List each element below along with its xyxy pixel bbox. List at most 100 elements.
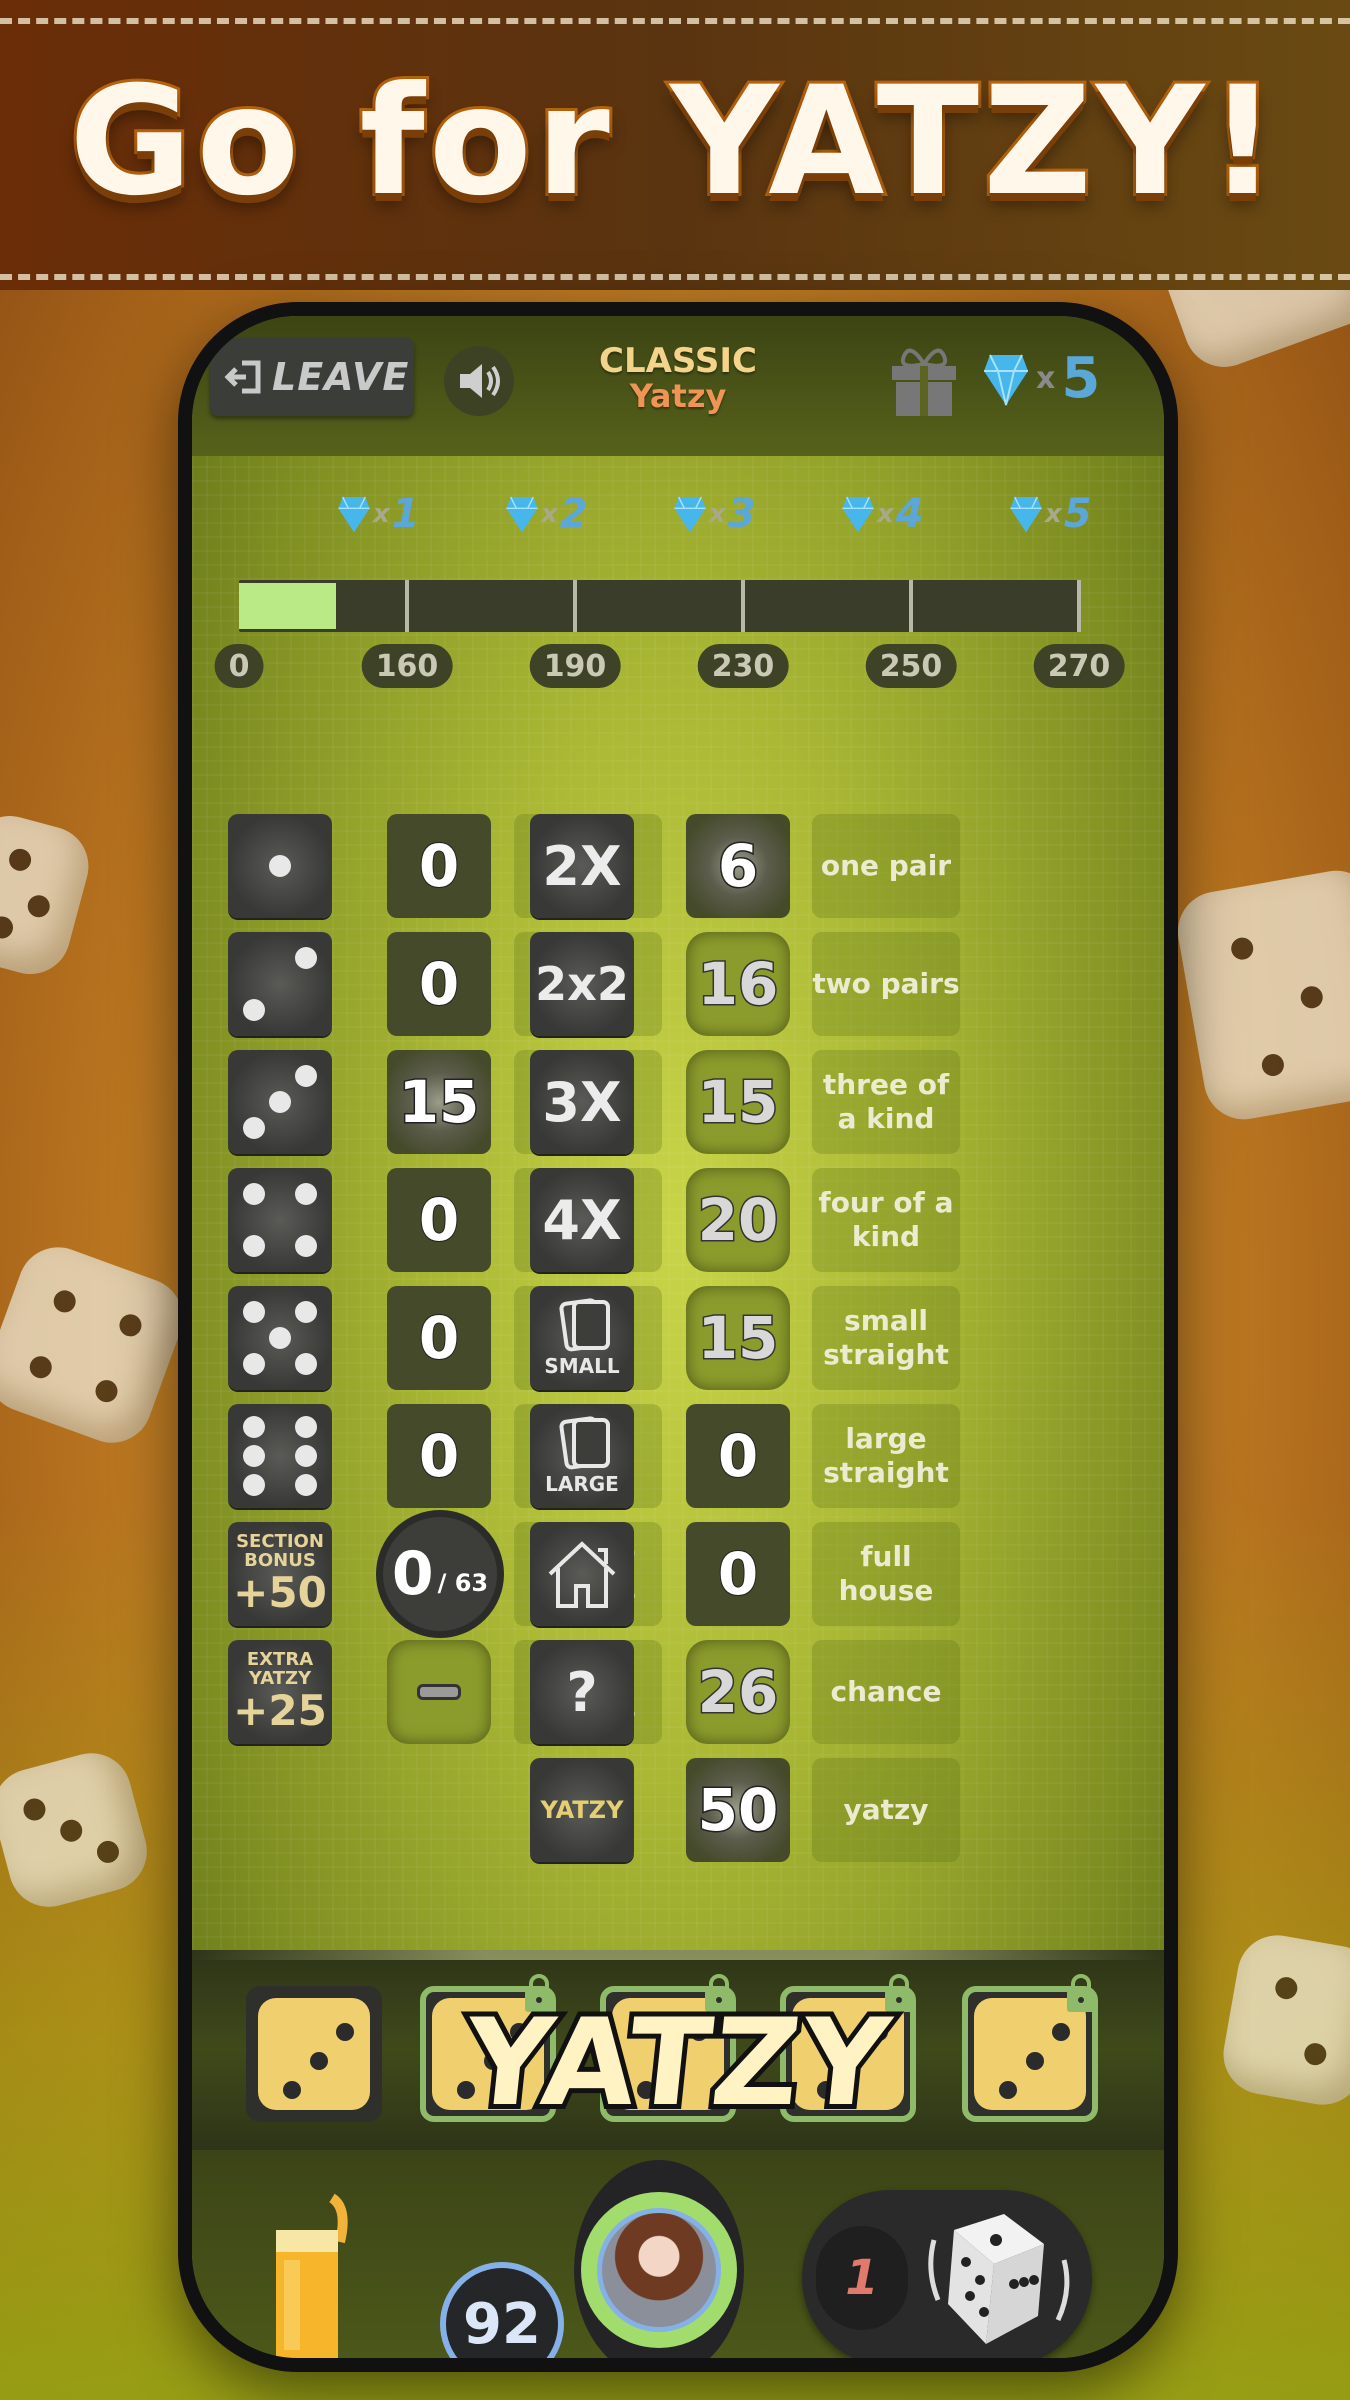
progress-mark: 230	[697, 644, 789, 688]
yatzy-icon: YATZY	[530, 1758, 634, 1862]
player-avatar-frame[interactable]	[574, 2160, 744, 2358]
pip	[243, 1474, 265, 1497]
gem-icon	[338, 496, 370, 533]
category-label: four of a kind	[812, 1168, 960, 1272]
progress-tick	[1077, 580, 1081, 632]
turn-indicator-ring	[581, 2192, 737, 2348]
bottom-bar: 92 Anne 1	[192, 2150, 1164, 2358]
pip	[243, 999, 265, 1021]
pip	[243, 1183, 265, 1205]
score-cell[interactable]: 0	[387, 1168, 491, 1272]
progress-fill	[239, 583, 336, 629]
score-cell[interactable]: 0	[387, 1404, 491, 1508]
small-straight-icon: SMALL	[530, 1286, 634, 1390]
score-cell[interactable]: 20	[686, 1168, 790, 1272]
score-value: 0	[717, 1421, 759, 1491]
straight-label: LARGE	[545, 1472, 619, 1496]
question-icon: ?	[530, 1640, 634, 1744]
score-value: 6	[716, 831, 759, 902]
score-cell[interactable]: 0	[387, 1286, 491, 1390]
gem-multiplier: x	[1036, 361, 1056, 396]
score-value: 15	[696, 1067, 780, 1138]
reward-tier: x2	[505, 491, 588, 537]
score-cell[interactable]: 15	[387, 1050, 491, 1154]
score-cell[interactable]: 26	[686, 1640, 790, 1744]
progress-mark-start: 0	[214, 644, 264, 688]
top-bar: LEAVE CLASSIC Yatzy x 5	[192, 316, 1164, 456]
dice-tray: YATZY	[192, 1950, 1164, 2150]
score-value: 0	[418, 1421, 460, 1491]
reward-gem-count: 3	[727, 491, 756, 537]
yatzy-bonus-cell	[387, 1640, 491, 1744]
reward-multiplier: x	[373, 499, 390, 529]
drink-button[interactable]	[270, 2190, 360, 2358]
upper-bonus-current: 0	[391, 1539, 434, 1609]
yatzy-celebration-text: YATZY	[453, 1989, 902, 2138]
icon-text: ?	[566, 1660, 598, 1724]
score-value: 15	[397, 1067, 481, 1138]
score-cell[interactable]: 15	[686, 1286, 790, 1390]
score-cell[interactable]: 0	[387, 932, 491, 1036]
player-avatar	[597, 2208, 721, 2332]
category-label: yatzy	[812, 1758, 960, 1862]
pip	[243, 1415, 265, 1438]
straight-label: SMALL	[544, 1354, 620, 1378]
section-bonus-tile: SECTION BONUS +50	[228, 1522, 332, 1626]
gem-icon	[674, 496, 706, 533]
score-value: 0	[418, 1303, 460, 1373]
stitch-divider	[0, 274, 1350, 280]
score-cell[interactable]: 50	[686, 1758, 790, 1862]
gift-button[interactable]	[886, 342, 962, 422]
pip	[295, 947, 317, 969]
progress-tick	[741, 580, 745, 632]
icon-text: 2X	[542, 834, 622, 898]
reward-multiplier: x	[1045, 499, 1062, 529]
pip	[269, 1091, 291, 1113]
score-cell[interactable]: 0	[686, 1404, 790, 1508]
progress-mark: 160	[361, 644, 453, 688]
gem-icon	[506, 496, 538, 533]
score-cell[interactable]: 16	[686, 932, 790, 1036]
score-cell[interactable]: 0	[387, 814, 491, 918]
multiplier-icon: 2x2	[530, 932, 634, 1036]
score-cell[interactable]: 6	[686, 814, 790, 918]
upper-bonus-progress: 0/ 63	[376, 1510, 504, 1638]
reward-tier: x5	[1009, 491, 1092, 537]
score-value: 16	[696, 949, 780, 1020]
die-face-4-icon	[228, 1168, 332, 1272]
die-face-6-icon	[228, 1404, 332, 1508]
die-face-2-icon	[228, 932, 332, 1036]
extra-yatzy-tile: EXTRA YATZY +25	[228, 1640, 332, 1744]
reward-multiplier: x	[541, 499, 558, 529]
pip	[243, 1445, 265, 1467]
drink-icon	[276, 2193, 348, 2358]
roll-dice-button[interactable]: 1	[802, 2190, 1092, 2358]
score-value: 0	[418, 831, 460, 901]
bonus-value: +25	[233, 1685, 327, 1735]
reward-gem-count: 2	[559, 491, 588, 537]
score-value: 50	[696, 1775, 780, 1846]
large-straight-icon: LARGE	[530, 1404, 634, 1508]
score-cell[interactable]: 0	[686, 1522, 790, 1626]
rolls-left-counter: 1	[816, 2226, 908, 2330]
score-cell[interactable]: 15	[686, 1050, 790, 1154]
score-value: 0	[418, 949, 460, 1019]
phone-frame: LEAVE CLASSIC Yatzy x 5 x1x2x3x4x5 0 160 1…	[178, 302, 1178, 2372]
score-value: 0	[717, 1539, 759, 1609]
reward-tier: x1	[337, 491, 420, 537]
category-label: three of a kind	[812, 1050, 960, 1154]
pip	[295, 1301, 317, 1323]
score-value: 15	[696, 1303, 780, 1374]
pip	[269, 1327, 291, 1349]
background-die-icon	[0, 1236, 194, 1454]
icon-text: 2x2	[535, 957, 629, 1011]
category-label: two pairs	[812, 932, 960, 1036]
gift-icon	[892, 348, 956, 416]
background-die-icon	[1171, 864, 1350, 1126]
die-face-5-icon	[228, 1286, 332, 1390]
pip	[295, 1415, 317, 1438]
icon-text: 3X	[542, 1070, 622, 1134]
pip	[295, 1445, 317, 1467]
gem-count: 5	[1061, 346, 1101, 411]
roll-die-icon	[928, 2214, 1070, 2344]
